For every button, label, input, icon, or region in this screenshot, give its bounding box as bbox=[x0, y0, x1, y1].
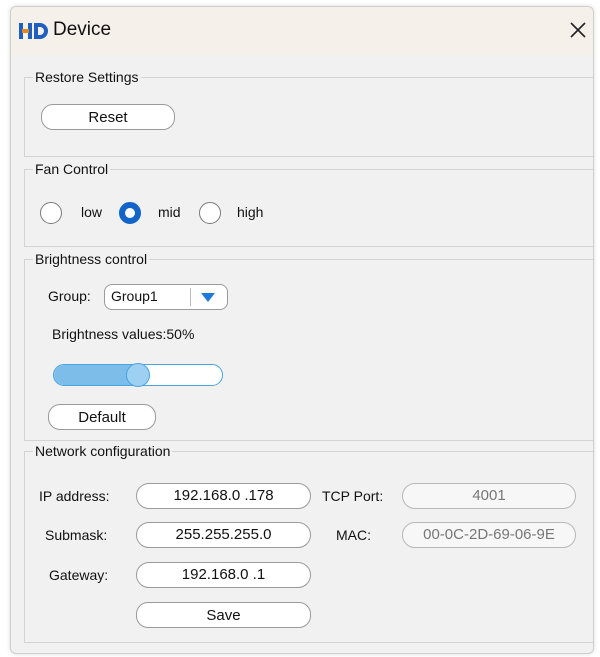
fan-control-group: Fan Control low mid high bbox=[24, 160, 593, 247]
ip-address-field[interactable]: 192.168.0 .178 bbox=[136, 483, 311, 509]
submask-label: Submask: bbox=[45, 527, 108, 543]
tcp-port-field[interactable]: 4001 bbox=[402, 483, 576, 509]
window-title: Device bbox=[53, 19, 112, 40]
group-select-value: Group1 bbox=[111, 288, 158, 304]
device-dialog: Device Restore Settings Reset Fan Contro… bbox=[10, 6, 594, 654]
network-configuration-group: Network configuration IP address: 192.16… bbox=[24, 442, 593, 643]
restore-settings-legend: Restore Settings bbox=[33, 68, 141, 86]
brightness-control-legend: Brightness control bbox=[33, 250, 150, 268]
default-button[interactable]: Default bbox=[48, 404, 156, 430]
ip-address-label: IP address: bbox=[39, 488, 110, 504]
close-icon[interactable] bbox=[567, 19, 589, 41]
fan-low-radio[interactable] bbox=[40, 202, 62, 224]
fan-mid-radio[interactable] bbox=[119, 202, 141, 224]
gateway-label: Gateway: bbox=[49, 567, 109, 583]
brightness-slider-thumb[interactable] bbox=[126, 363, 150, 387]
tcp-port-label: TCP Port: bbox=[322, 488, 384, 504]
hd-logo bbox=[19, 23, 48, 39]
submask-field[interactable]: 255.255.255.0 bbox=[136, 522, 311, 548]
network-configuration-legend: Network configuration bbox=[33, 442, 173, 460]
fan-high-label: high bbox=[237, 204, 264, 220]
fan-low-label: low bbox=[81, 204, 103, 220]
group-label: Group: bbox=[48, 288, 91, 304]
title-bar: Device bbox=[11, 7, 593, 55]
group-select-divider bbox=[190, 288, 191, 306]
brightness-control-group: Brightness control Group: Group1 Brightn… bbox=[24, 250, 593, 441]
fan-control-legend: Fan Control bbox=[33, 160, 111, 178]
fan-high-radio[interactable] bbox=[199, 202, 221, 224]
mac-label: MAC: bbox=[336, 527, 371, 543]
gateway-field[interactable]: 192.168.0 .1 bbox=[136, 562, 311, 588]
chevron-down-icon bbox=[201, 293, 215, 302]
group-select[interactable]: Group1 bbox=[104, 284, 228, 310]
mac-field[interactable]: 00-0C-2D-69-06-9E bbox=[402, 522, 576, 548]
reset-button[interactable]: Reset bbox=[41, 104, 175, 130]
restore-settings-group: Restore Settings Reset bbox=[24, 68, 593, 157]
save-button[interactable]: Save bbox=[136, 602, 311, 628]
fan-mid-label: mid bbox=[158, 204, 181, 220]
brightness-values-text: Brightness values:50% bbox=[52, 326, 195, 342]
